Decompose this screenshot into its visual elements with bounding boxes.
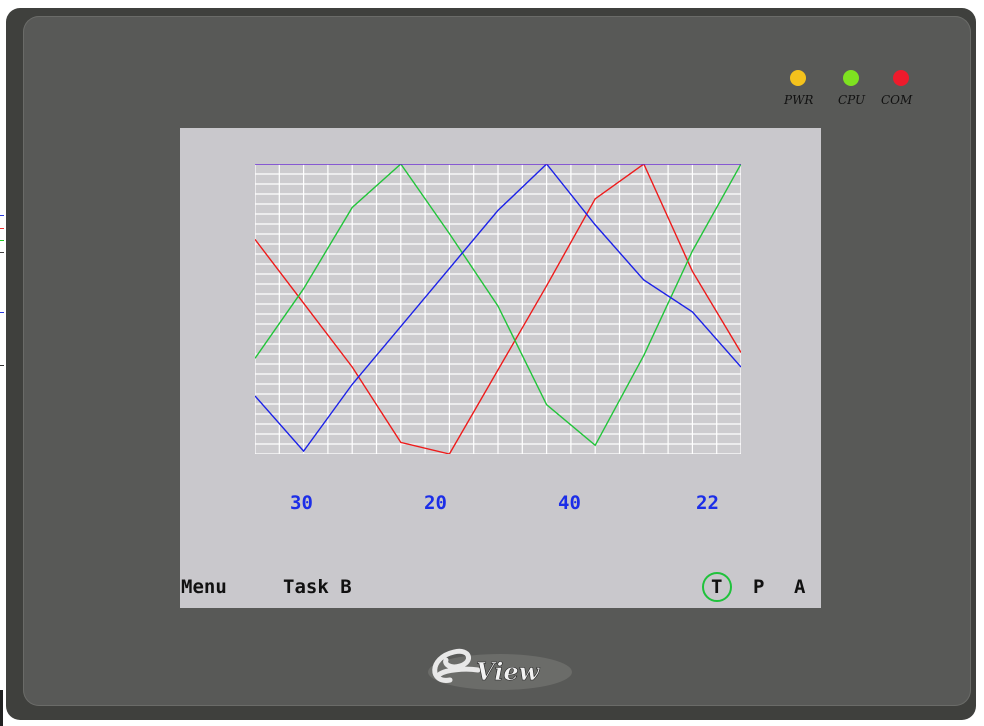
menu-button[interactable]: Menu bbox=[181, 576, 227, 598]
pwr-label: PWR bbox=[784, 93, 814, 107]
task-b-button[interactable]: Task B bbox=[283, 576, 352, 598]
value-display-3: 40 bbox=[558, 492, 581, 514]
t-button[interactable]: T bbox=[711, 576, 722, 598]
com-led-icon bbox=[893, 70, 909, 86]
left-edge-marks bbox=[0, 215, 4, 726]
com-label: COM bbox=[881, 93, 913, 107]
a-button[interactable]: A bbox=[794, 576, 805, 598]
p-button[interactable]: P bbox=[753, 576, 764, 598]
cpu-label: CPU bbox=[838, 93, 866, 107]
value-display-2: 20 bbox=[424, 492, 447, 514]
value-display-4: 22 bbox=[696, 492, 719, 514]
eview-logo: View bbox=[428, 648, 572, 690]
cpu-led-icon bbox=[843, 70, 859, 86]
value-display-1: 30 bbox=[290, 492, 313, 514]
pwr-led-icon bbox=[790, 70, 806, 86]
trend-chart bbox=[255, 164, 741, 454]
brand-text: View bbox=[476, 657, 541, 686]
